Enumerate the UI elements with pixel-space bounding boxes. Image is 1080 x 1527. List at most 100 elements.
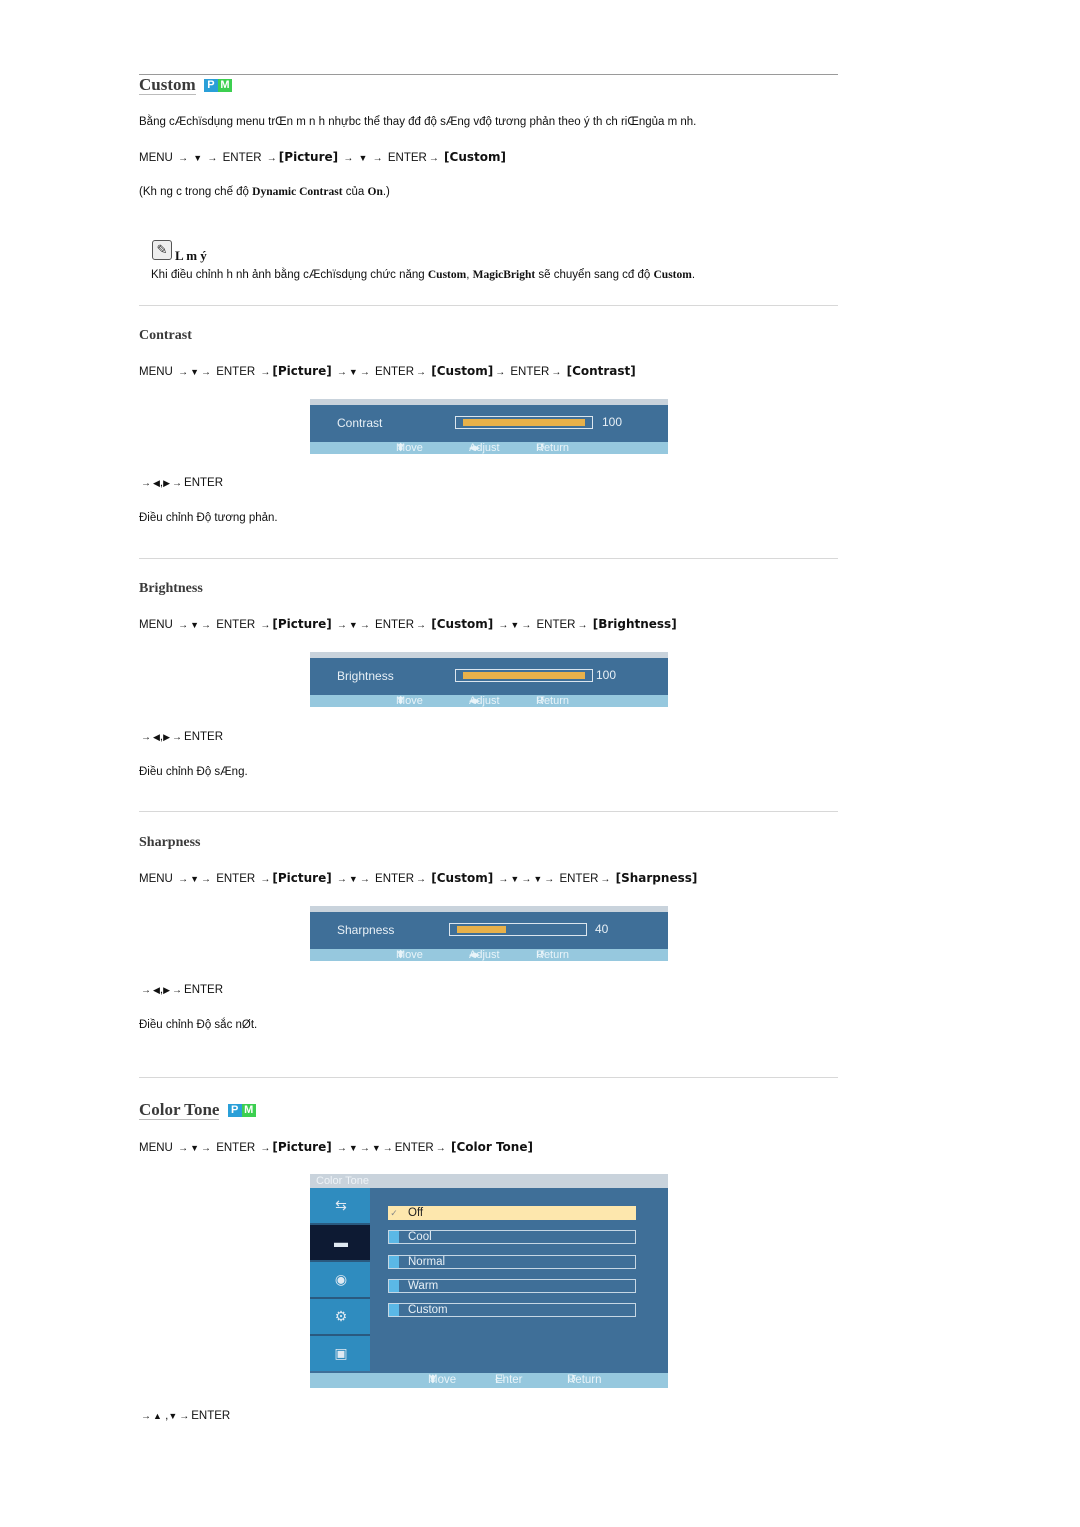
note-text: .) [382, 186, 390, 198]
sharpness-slider[interactable] [449, 923, 587, 936]
enter-key: ENTER [216, 366, 256, 378]
arrow-icon: → [141, 1411, 151, 1422]
pm-badge: PM [203, 79, 232, 92]
custom-heading: Custom PM [139, 75, 232, 95]
slider-fill [463, 672, 585, 679]
down-icon: ▼ [348, 1143, 358, 1153]
sharpness-menu: [Sharpness] [615, 871, 698, 885]
enter-key: ENTER [387, 152, 427, 164]
arrow-icon: → [178, 153, 189, 164]
move-label: Move [428, 1374, 457, 1386]
memo-bold: MagicBright [472, 269, 536, 281]
arrow-icon: → [359, 1143, 370, 1154]
sound-icon: ◉ [334, 1271, 348, 1287]
sharpness-adjust-line: → ◀,▶ → ENTER [141, 984, 224, 996]
picture-menu: [Picture] [278, 150, 339, 164]
picture-menu: [Picture] [272, 617, 332, 631]
arrow-icon: → [336, 1143, 347, 1154]
note-text: (Kh ng c trong chế độ [139, 186, 253, 198]
tab-input[interactable]: ⇆ [310, 1188, 370, 1225]
option-off[interactable]: ✓ Off [388, 1206, 636, 1220]
right-icon: ▶ [163, 732, 171, 742]
option-custom[interactable]: Custom [388, 1303, 636, 1317]
arrow-icon: → [577, 620, 588, 631]
right-icon: ▶ [163, 985, 171, 995]
osd-label-text: Brightness [337, 669, 394, 683]
enter-key: ENTER [184, 477, 224, 489]
contrast-menu-path: MENU → ▼ → ENTER → [Picture] → ▼ → ENTER → [Cu… [139, 364, 636, 378]
down-icon: ▼ [533, 874, 543, 884]
tab-picture[interactable]: ▬ [310, 1225, 370, 1262]
osd-label: Brightness [337, 669, 394, 683]
osd-label-text: Sharpness [337, 923, 395, 937]
arrow-icon: → [359, 874, 370, 885]
osd-footer: ⬍ Move ◂▸ Adjust ↺ Return [310, 949, 668, 961]
arrow-icon: → [178, 620, 189, 631]
option-cool[interactable]: Cool [388, 1230, 636, 1244]
arrow-icon: → [336, 620, 347, 631]
color-tone-menu-path: MENU → ▼ → ENTER → [Picture] → ▼ → ▼ → ENTER → [C… [139, 1140, 533, 1154]
menu-key: MENU [139, 152, 173, 164]
option-marker [389, 1304, 399, 1316]
enter-key: ENTER [375, 619, 415, 631]
contrast-adjust-line: → ◀,▶ → ENTER [141, 477, 224, 489]
color-tone-nav-line: → ▲ ,▼ → ENTER [141, 1410, 231, 1422]
custom-description: Bằng cÆchïsdụng menu trŒn m n h nhựbc th… [139, 116, 697, 128]
arrow-icon: → [172, 478, 183, 489]
return-label: Return [567, 1374, 602, 1386]
arrow-icon: → [343, 153, 354, 164]
arrow-icon: → [201, 874, 211, 885]
arrow-icon: → [201, 1143, 211, 1154]
option-warm[interactable]: Warm [388, 1279, 636, 1293]
arrow-icon: → [201, 620, 211, 631]
section-divider [139, 305, 838, 306]
brightness-description: Điều chỉnh Độ sÆng. [139, 766, 248, 778]
check-icon: ✓ [390, 1208, 398, 1218]
section-divider [139, 558, 838, 559]
brightness-osd: Brightness 100 ⬍ Move ◂▸ Adjust ↺ Return [310, 652, 668, 709]
option-normal[interactable]: Normal [388, 1255, 636, 1269]
left-icon: ◀ [153, 732, 160, 742]
brightness-menu-path: MENU → ▼ → ENTER → [Picture] → ▼ → ENTER → [Cu… [139, 617, 677, 631]
osd-label: Contrast [337, 416, 382, 430]
sharpness-osd: Sharpness 40 ⬍ Move ◂▸ Adjust ↺ Return [310, 906, 668, 963]
tab-sound[interactable]: ◉ [310, 1262, 370, 1299]
brightness-slider[interactable] [455, 669, 593, 682]
note-bold: On [367, 186, 383, 198]
option-label: Cool [408, 1231, 432, 1243]
option-label: Normal [408, 1256, 446, 1268]
contrast-slider[interactable] [455, 416, 593, 429]
up-icon: ▲ [153, 1411, 162, 1421]
contrast-description: Điều chỉnh Độ tương phản. [139, 512, 278, 524]
custom-availability-note: (Kh ng c trong chế độ Dynamic Contrast c… [139, 186, 390, 198]
slider-fill [463, 419, 585, 426]
color-tone-heading: Color Tone PM [139, 1100, 256, 1120]
osd-footer: ⬍ Move ⏎ Enter ↺ Return [310, 1373, 668, 1388]
custom-menu-path: MENU → ▼ → ENTER → [Picture] → ▼ → ENTER →… [139, 150, 506, 164]
tab-multi-window[interactable]: ▣ [310, 1336, 370, 1371]
slider-value: 100 [602, 415, 623, 429]
osd-title: Color Tone [310, 1174, 668, 1188]
custom-menu: [Custom] [431, 617, 494, 631]
menu-key: MENU [139, 366, 173, 378]
arrow-icon: → [600, 874, 611, 885]
color-tone-osd: Color Tone ⇆ ▬ ◉ ⚙ ▣ ✓ Off Cool Normal Wa… [310, 1174, 668, 1388]
tab-setup[interactable]: ⚙ [310, 1299, 370, 1336]
arrow-icon: → [207, 153, 218, 164]
down-icon: ▼ [190, 620, 199, 630]
slider-value: 40 [595, 922, 609, 936]
custom-menu: [Custom] [431, 871, 494, 885]
memo-text-part: . [691, 269, 696, 281]
p-badge: P [227, 1104, 242, 1117]
option-marker [389, 1256, 399, 1268]
arrow-icon: → [266, 153, 277, 164]
option-label: Custom [408, 1304, 448, 1316]
left-icon: ◀ [153, 985, 160, 995]
arrow-icon: → [416, 620, 427, 631]
enter-key: ENTER [394, 1142, 434, 1154]
enter-key: ENTER [536, 619, 576, 631]
slider-value: 100 [596, 668, 617, 682]
arrow-icon: → [336, 367, 347, 378]
menu-key: MENU [139, 619, 173, 631]
arrow-icon: → [178, 1143, 189, 1154]
